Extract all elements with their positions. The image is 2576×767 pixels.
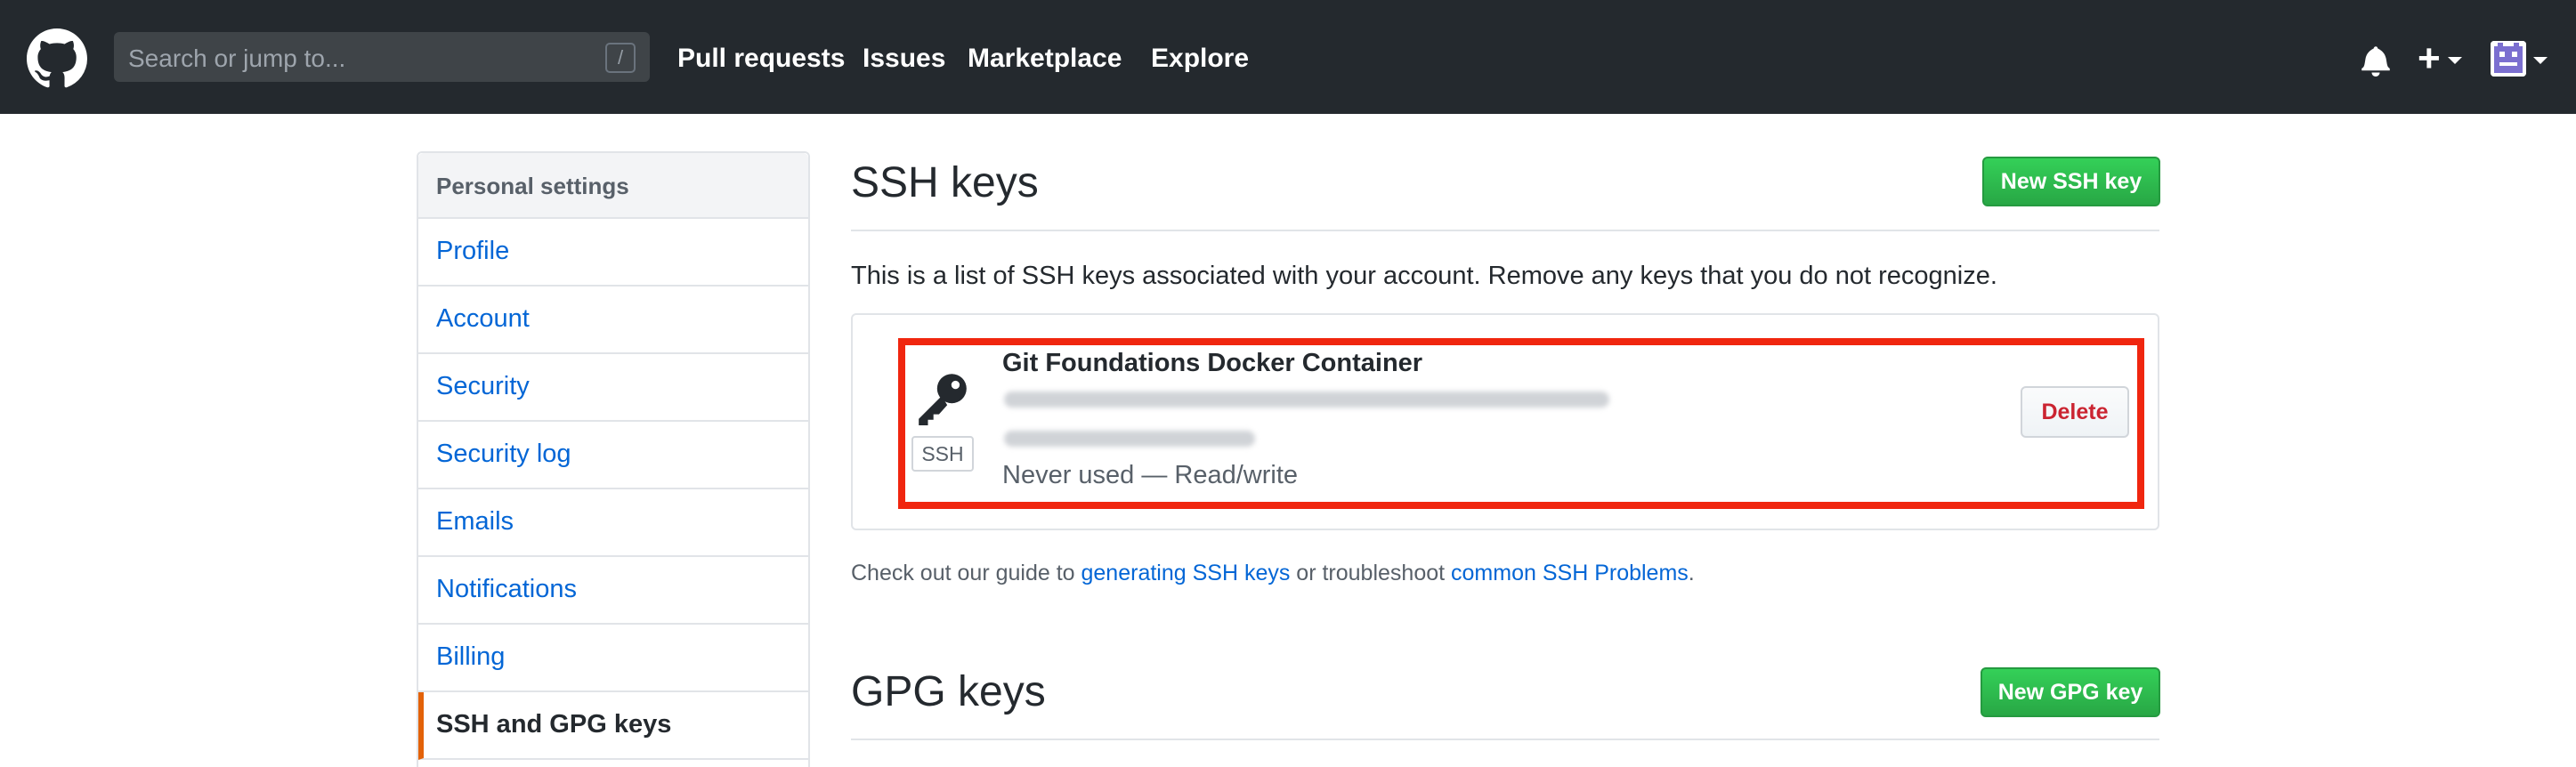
sidebar-item-label: Security log	[436, 440, 571, 468]
annotation-highlight-box	[898, 338, 2144, 509]
sidebar-item-account[interactable]: Account	[418, 287, 808, 354]
github-logo-icon[interactable]	[27, 28, 87, 89]
new-ssh-key-button[interactable]: New SSH key	[1982, 157, 2160, 206]
account-chevron-down-icon[interactable]	[2533, 57, 2548, 64]
sidebar-item-notifications[interactable]: Notifications	[418, 557, 808, 625]
ssh-guide-text: Check out our guide to generating SSH ke…	[851, 561, 1695, 586]
search-shortcut-key: /	[605, 43, 636, 73]
nav-explore[interactable]: Explore	[1151, 41, 1249, 77]
nav-pull-requests[interactable]: Pull requests	[677, 41, 845, 77]
sidebar-item-label: Notifications	[436, 575, 577, 603]
gpg-keys-title: GPG keys	[851, 668, 1046, 715]
create-new-icon[interactable]: +	[2418, 39, 2441, 78]
guide-suffix: .	[1688, 561, 1695, 585]
settings-sidebar: Personal settings Profile Account Securi…	[417, 151, 810, 767]
sidebar-item-emails[interactable]: Emails	[418, 489, 808, 557]
create-chevron-down-icon[interactable]	[2448, 57, 2462, 64]
sidebar-item-label: Profile	[436, 237, 510, 265]
sidebar-item-label: Billing	[436, 642, 506, 671]
sidebar-heading-label: Personal settings	[436, 173, 629, 199]
sidebar-item-billing[interactable]: Billing	[418, 625, 808, 692]
sidebar-heading: Personal settings	[418, 153, 808, 219]
generating-ssh-keys-link[interactable]: generating SSH keys	[1081, 561, 1291, 585]
ssh-description: This is a list of SSH keys associated wi…	[851, 262, 1997, 290]
top-header: Search or jump to... / Pull requests Iss…	[0, 0, 2576, 114]
sidebar-item-label: Security	[436, 372, 530, 400]
guide-middle: or troubleshoot	[1290, 561, 1452, 585]
guide-prefix: Check out our guide to	[851, 561, 1081, 585]
common-ssh-problems-link[interactable]: common SSH Problems	[1451, 561, 1689, 585]
sidebar-item-label: SSH and GPG keys	[436, 710, 672, 739]
sidebar-item-security[interactable]: Security	[418, 354, 808, 422]
new-gpg-key-button[interactable]: New GPG key	[1981, 667, 2160, 717]
ssh-divider	[851, 230, 2159, 231]
sidebar-item-label: Account	[436, 304, 530, 333]
bell-icon[interactable]	[2361, 44, 2391, 77]
sidebar-item-profile[interactable]: Profile	[418, 219, 808, 287]
nav-issues[interactable]: Issues	[863, 41, 945, 77]
sidebar-item-label: Emails	[436, 507, 514, 536]
search-placeholder: Search or jump to...	[128, 44, 346, 72]
gpg-divider	[851, 739, 2159, 740]
search-input[interactable]: Search or jump to... /	[114, 32, 650, 82]
sidebar-item-security-log[interactable]: Security log	[418, 422, 808, 489]
nav-marketplace[interactable]: Marketplace	[968, 41, 1122, 77]
sidebar-item-ssh-and-gpg-keys[interactable]: SSH and GPG keys	[418, 692, 808, 760]
ssh-keys-title: SSH keys	[851, 159, 1039, 206]
avatar[interactable]	[2491, 41, 2526, 77]
